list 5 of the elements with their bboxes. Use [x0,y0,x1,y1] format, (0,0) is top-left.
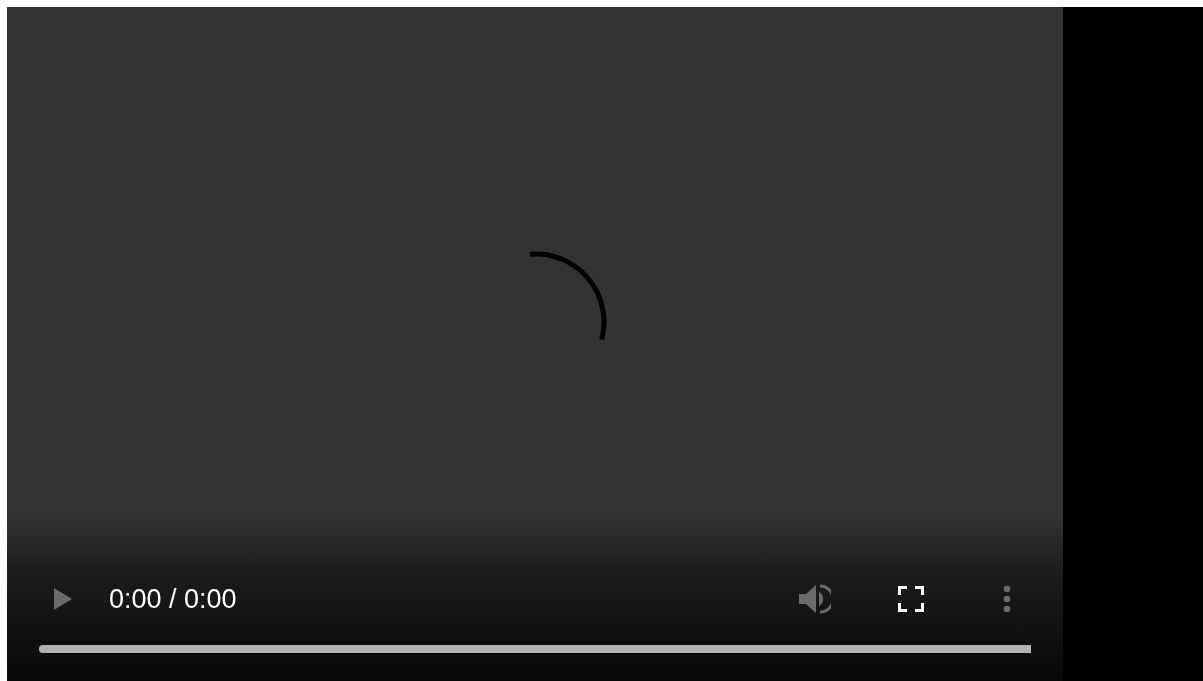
time-display: 0:00 / 0:00 [109,583,237,615]
more-icon [1003,585,1011,613]
fullscreen-icon [898,586,924,612]
speaker-icon [799,584,831,614]
play-icon [53,587,73,611]
